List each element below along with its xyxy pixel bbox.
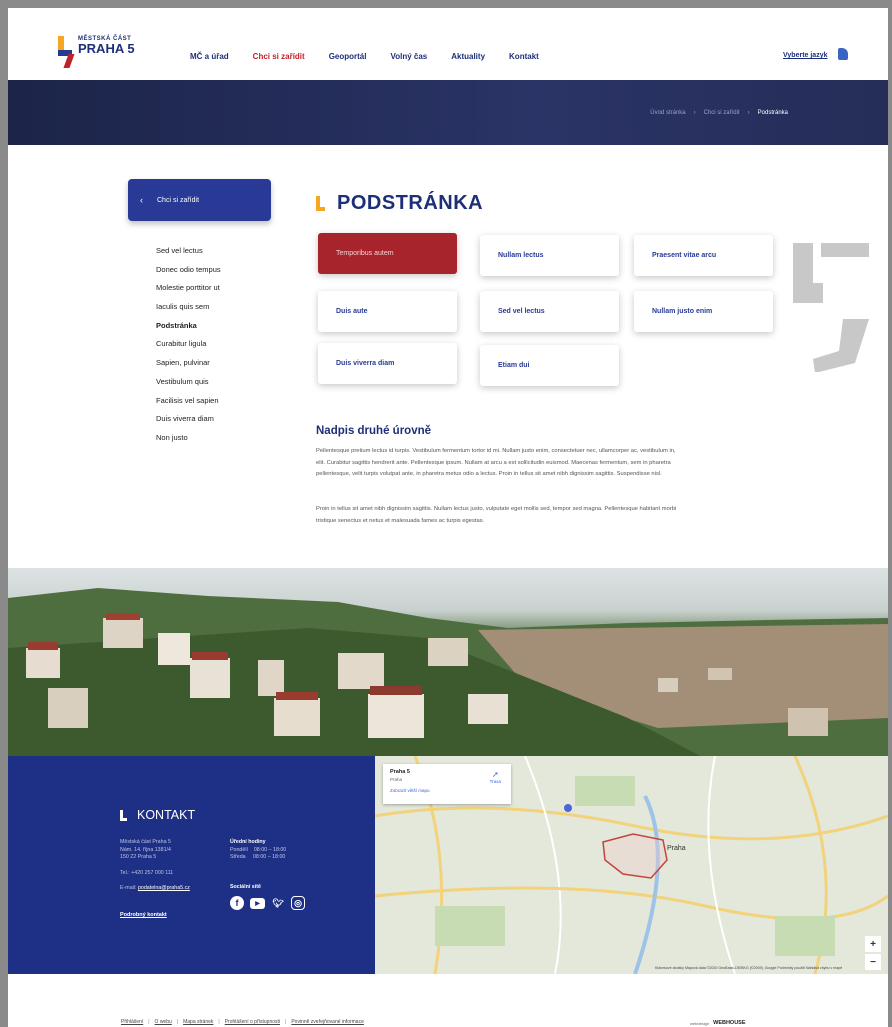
address-line: 150 22 Praha 5 (120, 854, 157, 861)
nav-item-aktuality[interactable]: Aktuality (451, 52, 485, 61)
page-title: PODSTRÁNKA (316, 192, 483, 215)
title-mark-icon (316, 196, 325, 211)
paragraph: Proin in tellus sit amet nibh dignissim … (316, 506, 677, 524)
footer-link[interactable]: Mapa stránek (183, 1019, 213, 1025)
logo-big-text: PRAHA 5 (78, 41, 135, 56)
breadcrumb: Úvod stránka › Chci si zařídit › Podstrá… (650, 110, 788, 116)
credit-brand: WEBHOUSE (713, 1020, 746, 1026)
twitter-icon[interactable]: 🐦︎ (271, 896, 285, 910)
hero-banner: Úvod stránka › Chci si zařídit › Podstrá… (8, 80, 888, 145)
tile-button[interactable]: Nullam lectus (480, 235, 619, 276)
email-label: E-mail: (120, 885, 138, 892)
footer-link[interactable]: Prohlášení o přístupnosti (225, 1019, 280, 1025)
title-mark-icon (120, 809, 127, 821)
sidebar-item[interactable]: Donec odio tempus (156, 261, 221, 280)
contact-section: KONTAKT Městská část Praha 5 Nám. 14. ří… (8, 756, 375, 974)
chevron-left-icon: ‹ (140, 195, 143, 205)
tile-button[interactable]: Duis aute (318, 291, 457, 332)
office-hours-line: Pondělí 08:00 – 18:00 (230, 846, 287, 853)
map-larger-link[interactable]: Zobrazit větší mapu (390, 788, 504, 793)
sidebar-menu: Sed vel lectus Donec odio tempus Molesti… (156, 242, 221, 448)
detail-contact-link[interactable]: Podrobný kontakt (120, 912, 167, 918)
sidebar-item[interactable]: Non justo (156, 429, 221, 448)
map-place-name: Praha 5 (390, 769, 410, 775)
social-links: f ▶ 🐦︎ ◎ (230, 896, 305, 910)
breadcrumb-current: Podstránka (757, 110, 788, 116)
zoom-in-button[interactable]: + (865, 936, 881, 952)
tile-button[interactable]: Nullam justo enim (634, 291, 773, 332)
sidebar-item[interactable]: Molestie porttitor ut (156, 279, 221, 298)
top-bar: MĚSTSKÁ ČÁST PRAHA 5 MČ a úřad Chci si z… (8, 8, 888, 80)
page-title-text: PODSTRÁNKA (337, 192, 484, 214)
contact-phone: Tel.: +420 257 000 111 (120, 869, 174, 876)
nav-item-kontakt[interactable]: Kontakt (509, 52, 539, 61)
nav-item-chci-si-zaridit[interactable]: Chci si zařídit (253, 52, 305, 61)
logo-mark-icon (58, 36, 75, 68)
decorative-logo-graphic (793, 243, 869, 372)
footer-link[interactable]: Povinně zveřejňované informace (291, 1019, 364, 1025)
breadcrumb-separator: › (747, 110, 750, 116)
tile-button[interactable]: Sed vel lectus (480, 291, 619, 332)
instagram-icon[interactable]: ◎ (291, 896, 305, 910)
contact-address: Městská část Praha 5 Nám. 14. října 1381… (120, 839, 190, 893)
page-sheet: MĚSTSKÁ ČÁST PRAHA 5 MČ a úřad Chci si z… (8, 8, 888, 1027)
zoom-out-button[interactable]: − (865, 954, 881, 970)
breadcrumb-home[interactable]: Úvod stránka (650, 110, 685, 116)
directions-icon: ➚ (491, 770, 499, 779)
email-link[interactable]: podatelna@praha5.cz (138, 885, 190, 891)
sidebar-item[interactable]: Facilisis vel sapien (156, 392, 221, 411)
social-title: Sociální sítě (230, 884, 261, 890)
map-route-label: Trasa (489, 779, 501, 784)
city-panorama-drawing (8, 588, 888, 760)
sidebar-back-label: Chci si zařídit (157, 196, 200, 204)
office-hours-line: Středa 08:00 – 18:00 (230, 854, 286, 861)
map-info-card: Praha 5 Praha Zobrazit větší mapu ➚ Tras… (383, 764, 511, 804)
sidebar-item[interactable]: Curabitur ligula (156, 335, 221, 354)
footer-links: Přihlášení | O webu | Mapa stránek | Prohlá… (121, 1019, 364, 1025)
sidebar-item-current[interactable]: Podstránka (156, 317, 221, 336)
map-place-sub: Praha (390, 777, 403, 782)
nav-item-mc-a-urad[interactable]: MČ a úřad (190, 52, 229, 61)
footer-credit[interactable]: webdesign WEBHOUSE (690, 1020, 746, 1026)
contact-title: KONTAKT (120, 808, 195, 822)
section-heading: Nadpis druhé úrovně (316, 425, 432, 437)
map-city-label: Praha (667, 845, 686, 852)
tile-button[interactable]: Temporibus autem (318, 233, 457, 274)
main-nav: MČ a úřad Chci si zařídit Geoportál Voln… (190, 52, 539, 61)
map-attribution: Klávesové zkratky Mapová data ©2020 GeoB… (655, 966, 843, 970)
sidebar-item[interactable]: Sapien, pulvinar (156, 354, 221, 373)
logo[interactable]: MĚSTSKÁ ČÁST PRAHA 5 (58, 36, 135, 68)
youtube-icon[interactable]: ▶ (250, 898, 265, 909)
flag-icon[interactable] (838, 48, 848, 60)
footer-link[interactable]: O webu (155, 1019, 172, 1025)
breadcrumb-section[interactable]: Chci si zařídit (704, 110, 740, 116)
sidebar-back-button[interactable]: ‹ Chci si zařídit (128, 179, 271, 221)
sidebar-item[interactable]: Sed vel lectus (156, 242, 221, 261)
tile-button[interactable]: Praesent vitae arcu (634, 235, 773, 276)
sidebar-item[interactable]: Iaculis quis sem (156, 298, 221, 317)
address-line: Městská část Praha 5 (120, 839, 171, 845)
tile-button[interactable]: Etiam dui (480, 345, 619, 386)
facebook-icon[interactable]: f (230, 896, 244, 910)
office-hours: Úřední hodiny Pondělí 08:00 – 18:00 Stře… (230, 839, 286, 862)
sidebar-item[interactable]: Vestibulum quis (156, 373, 221, 392)
address-line: Nám. 14. října 1381/4 (120, 846, 171, 853)
map-embed[interactable]: Praha 5 Praha Zobrazit větší mapu ➚ Tras… (375, 756, 888, 974)
breadcrumb-separator: › (693, 110, 696, 116)
paragraph: Pellentesque pretium lectus id turpis. V… (316, 448, 676, 477)
contact-title-text: KONTAKT (137, 808, 196, 822)
credit-small: webdesign (690, 1020, 710, 1026)
sidebar-item[interactable]: Duis viverra diam (156, 410, 221, 429)
office-hours-title: Úřední hodiny (230, 839, 266, 845)
nav-item-geoportal[interactable]: Geoportál (329, 52, 367, 61)
language-select[interactable]: Vyberte jazyk (783, 52, 828, 59)
city-panorama-image (8, 568, 888, 760)
tile-button[interactable]: Duis viverra diam (318, 343, 457, 384)
map-route-button[interactable]: ➚ Trasa (490, 770, 501, 784)
footer-link[interactable]: Přihlášení (121, 1019, 143, 1025)
nav-item-volny-cas[interactable]: Volný čas (390, 52, 427, 61)
